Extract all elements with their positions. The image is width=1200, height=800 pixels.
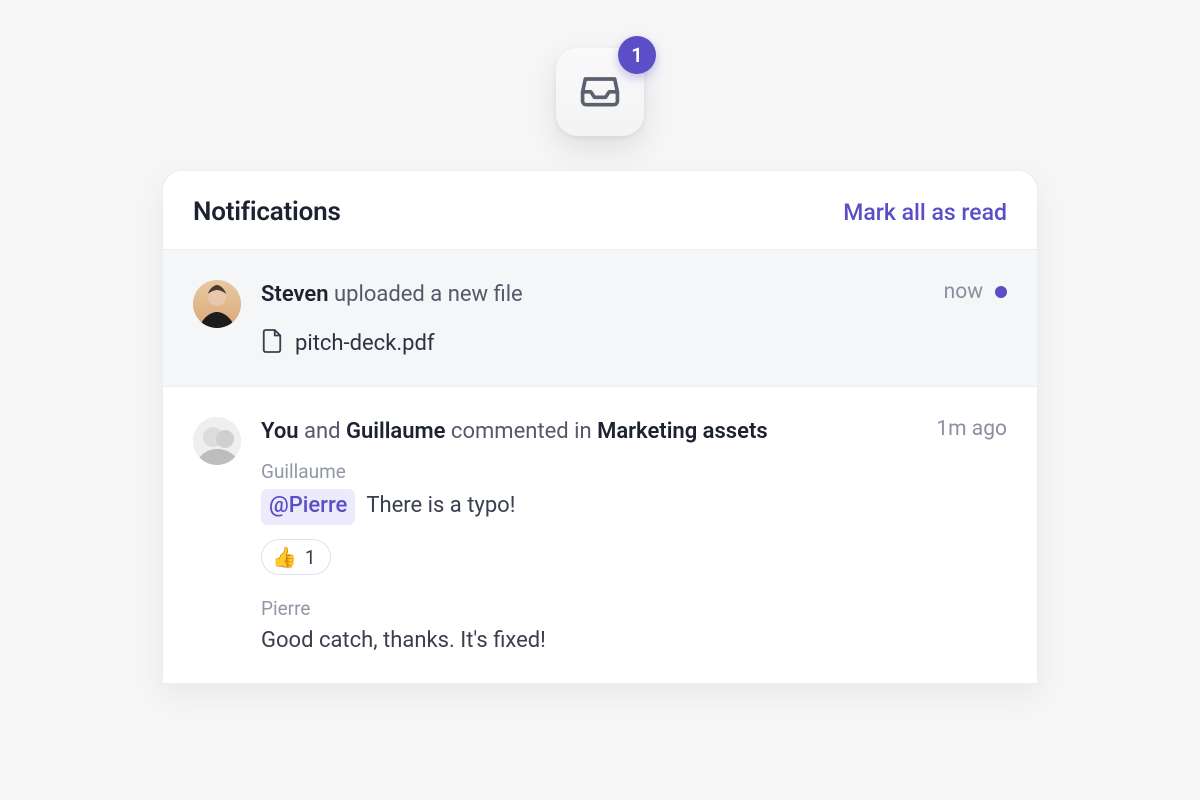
mention[interactable]: @Pierre bbox=[261, 489, 355, 525]
comment-text: Good catch, thanks. It's fixed! bbox=[261, 626, 1007, 657]
notification-item[interactable]: Steven uploaded a new file now pitch bbox=[163, 250, 1037, 387]
panel-title: Notifications bbox=[193, 197, 341, 227]
reaction-count: 1 bbox=[305, 546, 316, 569]
avatar bbox=[193, 417, 241, 465]
avatar bbox=[193, 280, 241, 328]
file-icon bbox=[261, 328, 283, 360]
inbox-icon bbox=[578, 68, 622, 116]
thumbs-up-icon: 👍 bbox=[272, 545, 297, 569]
notification-time: now bbox=[944, 280, 983, 304]
comment-text: @Pierre There is a typo! bbox=[261, 489, 1007, 525]
attachment-link[interactable]: pitch-deck.pdf bbox=[261, 328, 1007, 360]
notifications-panel: Notifications Mark all as read bbox=[162, 170, 1038, 685]
mark-all-read-button[interactable]: Mark all as read bbox=[843, 199, 1007, 226]
notification-item[interactable]: You and Guillaume commented in Marketing… bbox=[163, 387, 1037, 684]
comment: Pierre Good catch, thanks. It's fixed! bbox=[261, 597, 1007, 657]
inbox-badge: 1 bbox=[618, 36, 656, 74]
comment: Guillaume @Pierre There is a typo! 👍 1 bbox=[261, 460, 1007, 575]
notification-time: 1m ago bbox=[936, 417, 1007, 441]
comment-author: Guillaume bbox=[261, 460, 1007, 483]
notification-title: You and Guillaume commented in Marketing… bbox=[261, 417, 768, 447]
inbox-button[interactable]: 1 bbox=[556, 48, 644, 136]
attachment-filename: pitch-deck.pdf bbox=[295, 331, 435, 356]
notification-title: Steven uploaded a new file bbox=[261, 280, 523, 310]
unread-dot-icon bbox=[995, 286, 1007, 298]
reaction-button[interactable]: 👍 1 bbox=[261, 539, 331, 575]
comment-author: Pierre bbox=[261, 597, 1007, 620]
panel-header: Notifications Mark all as read bbox=[163, 171, 1037, 250]
